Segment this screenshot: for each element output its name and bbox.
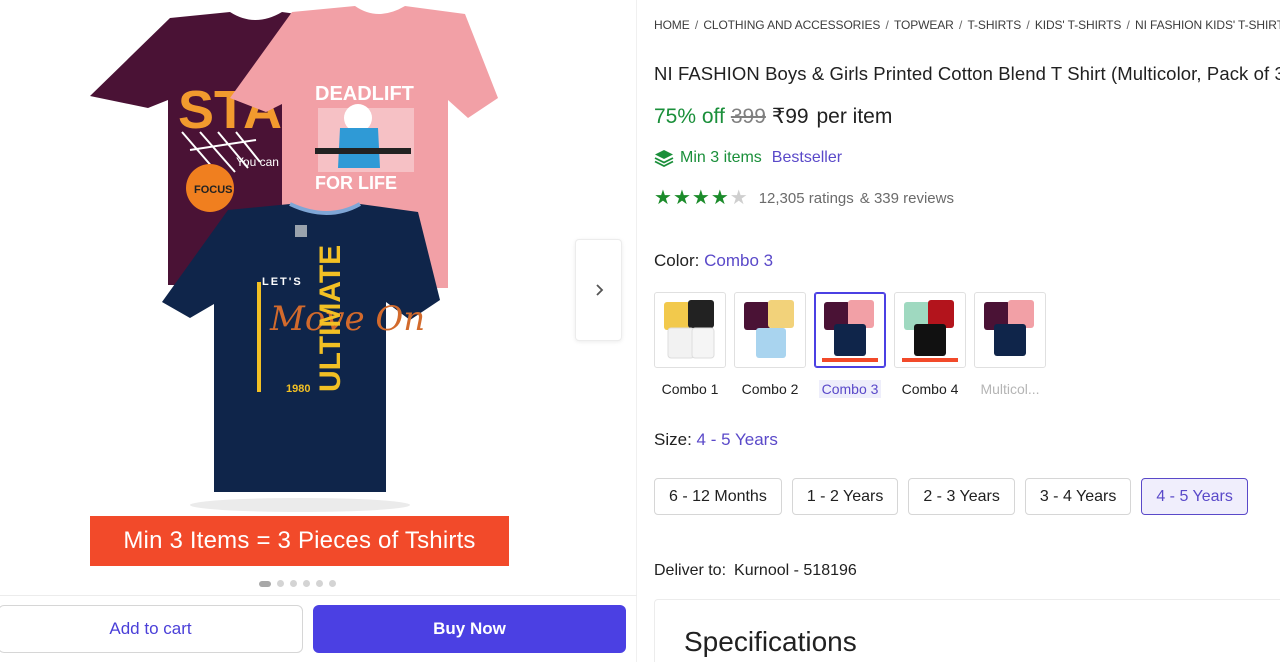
breadcrumb-item[interactable]: KIDS' T-SHIRTS — [1035, 18, 1122, 32]
breadcrumb-item[interactable]: T-SHIRTS — [967, 18, 1021, 32]
chevron-right-icon — [595, 284, 603, 296]
product-title: NI FASHION Boys & Girls Printed Cotton B… — [654, 63, 1280, 84]
tshirt-text-deadlift: DEADLIFT — [315, 83, 414, 105]
star-icon: ★ — [672, 187, 691, 209]
swatch-label: Combo 3 — [818, 380, 882, 398]
star-icon: ★ — [710, 187, 729, 209]
price-row: 75% off 399 ₹99 per item — [654, 104, 892, 129]
size-option[interactable]: 1 - 2 Years — [791, 478, 899, 515]
selling-price: ₹99 — [771, 105, 809, 128]
swatch-thumbnail — [894, 292, 966, 368]
rating-stars: ★ ★ ★ ★ ★ — [654, 188, 748, 208]
size-option[interactable]: 2 - 3 Years — [908, 478, 1015, 515]
add-to-cart-button[interactable]: Add to cart — [0, 605, 303, 653]
purchase-action-bar: Add to cart Buy Now — [0, 595, 637, 662]
swatch-thumbnail — [654, 292, 726, 368]
reviews-count: & 339 reviews — [859, 189, 954, 207]
breadcrumb-item[interactable]: NI FASHION KIDS' T-SHIRTS — [1135, 18, 1280, 32]
breadcrumb-item[interactable]: TOPWEAR — [894, 18, 954, 32]
discount-percent: 75% off — [654, 105, 725, 128]
star-empty-icon: ★ — [729, 187, 748, 209]
ratings-count: 12,305 ratings — [758, 189, 854, 207]
per-item-label: per item — [816, 105, 893, 128]
color-option-multicolor[interactable]: Multicol... — [974, 292, 1046, 398]
bestseller-badge: Bestseller — [771, 149, 843, 166]
breadcrumb-item[interactable]: CLOTHING AND ACCESSORIES — [703, 18, 880, 32]
star-icon: ★ — [691, 187, 710, 209]
tshirt-text-focus: FOCUS — [194, 184, 233, 196]
color-option-combo-3[interactable]: Combo 3 — [814, 292, 886, 398]
color-option-combo-1[interactable]: Combo 1 — [654, 292, 726, 398]
original-price: 399 — [730, 105, 766, 128]
deliver-to-label: Deliver to: — [654, 562, 727, 579]
image-carousel-dots — [259, 580, 336, 587]
swatch-thumbnail — [814, 292, 886, 368]
carousel-dot[interactable] — [303, 580, 310, 587]
selected-color: Combo 3 — [704, 251, 774, 270]
swatch-label: Combo 1 — [661, 381, 719, 397]
size-option[interactable]: 6 - 12 Months — [654, 478, 782, 515]
tshirts-image: STA FOCUS You can do it. DEADLIFT FOR LI… — [90, 6, 498, 512]
swatch-thumbnail — [734, 292, 806, 368]
tshirt-text-move-on: Move On — [269, 299, 425, 339]
breadcrumb: HOME / CLOTHING AND ACCESSORIES / TOPWEA… — [654, 18, 1280, 32]
swatch-thumbnail — [974, 292, 1046, 368]
layers-icon — [654, 150, 674, 167]
swatch-label: Combo 2 — [741, 381, 799, 397]
product-image[interactable]: STA FOCUS You can do it. DEADLIFT FOR LI… — [60, 0, 560, 575]
buy-now-button[interactable]: Buy Now — [313, 605, 626, 653]
star-icon: ★ — [654, 187, 672, 209]
carousel-dot[interactable] — [329, 580, 336, 587]
color-option-combo-4[interactable]: Combo 4 — [894, 292, 966, 398]
delivery-location[interactable]: Deliver to: Kurnool - 518196 — [654, 562, 857, 580]
carousel-dot[interactable] — [290, 580, 297, 587]
swatch-label: Combo 4 — [901, 381, 959, 397]
carousel-dot[interactable] — [316, 580, 323, 587]
size-option[interactable]: 3 - 4 Years — [1024, 478, 1132, 515]
swatch-label: Multicol... — [980, 381, 1040, 397]
min-items-badge: Min 3 items — [680, 149, 762, 166]
tshirt-text-lets: LET'S — [262, 276, 303, 288]
badges-row: Min 3 items Bestseller — [654, 149, 842, 167]
tshirt-text-for-life: FOR LIFE — [315, 173, 397, 193]
min-items-banner: Min 3 Items = 3 Pieces of Tshirts — [90, 516, 509, 566]
product-details-panel: HOME / CLOTHING AND ACCESSORIES / TOPWEA… — [654, 0, 1280, 662]
tshirt-navy: LET'S Move On ULTIMATE 1980 — [162, 202, 440, 492]
delivery-place: Kurnool - 518196 — [734, 562, 857, 579]
rating-row[interactable]: ★ ★ ★ ★ ★ 12,305 ratings & 339 reviews — [654, 188, 954, 208]
color-swatches: Combo 1 Combo 2 Combo 3 Combo 4 Multicol… — [654, 292, 1054, 398]
product-gallery-panel: STA FOCUS You can do it. DEADLIFT FOR LI… — [0, 0, 637, 662]
color-label-text: Color: — [654, 251, 700, 270]
selected-size: 4 - 5 Years — [696, 430, 778, 449]
carousel-dot[interactable] — [259, 580, 271, 587]
size-options: 6 - 12 Months 1 - 2 Years 2 - 3 Years 3 … — [654, 478, 1248, 515]
next-image-button[interactable] — [575, 239, 622, 341]
size-label: Size: 4 - 5 Years — [654, 430, 778, 450]
tshirt-text-ultimate: ULTIMATE — [314, 245, 347, 392]
specifications-heading: Specifications — [684, 626, 857, 657]
carousel-dot[interactable] — [277, 580, 284, 587]
specifications-section: Specifications — [654, 599, 1280, 662]
color-label: Color: Combo 3 — [654, 251, 773, 271]
size-label-text: Size: — [654, 430, 692, 449]
tshirt-text-year: 1980 — [286, 383, 310, 395]
size-option-selected[interactable]: 4 - 5 Years — [1141, 478, 1248, 515]
breadcrumb-item[interactable]: HOME — [654, 18, 690, 32]
color-option-combo-2[interactable]: Combo 2 — [734, 292, 806, 398]
